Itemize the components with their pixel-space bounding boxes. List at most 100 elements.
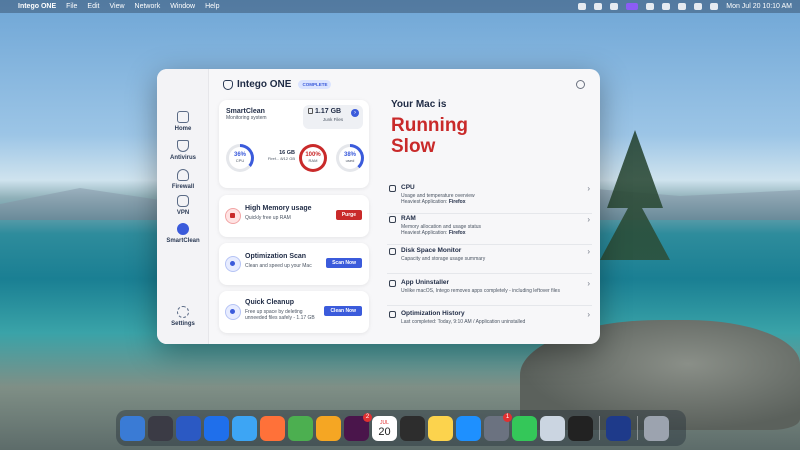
sidebar-item-vpn[interactable]: VPN (157, 195, 209, 216)
sidebar-item-settings[interactable]: Settings (157, 306, 209, 327)
sidebar-item-home[interactable]: Home (157, 111, 209, 132)
list-item-heaviest-app: Firefox (448, 230, 466, 236)
sidebar-item-firewall[interactable]: Firewall (157, 169, 209, 190)
status-vpn-icon[interactable] (646, 3, 655, 10)
numbers-icon[interactable] (512, 415, 537, 441)
vpn-icon (177, 195, 189, 207)
list-item-ram[interactable]: RAM Memory allocation and usage status H… (387, 215, 592, 245)
photo-booth-icon[interactable] (568, 415, 593, 441)
dock-separator (637, 416, 638, 440)
status-intego-icon[interactable] (626, 3, 639, 10)
firefox-icon[interactable] (260, 415, 285, 441)
app-window: Home Antivirus Firewall VPN SmartClean S… (157, 69, 600, 344)
status-wifi-icon[interactable] (678, 3, 687, 10)
menubar-clock[interactable]: Mon Jul 20 10:10 AM (726, 3, 792, 10)
notification-badge: 2 (363, 412, 372, 422)
chrome-icon[interactable] (288, 415, 313, 441)
junk-files-box[interactable]: 1.17 GB Junk Files › (303, 105, 363, 129)
list-item-subtitle: Usage and temperature overview Heaviest … (401, 193, 592, 205)
status-line-1: Running (391, 115, 469, 136)
task-subtitle: Quickly free up RAM (245, 215, 291, 221)
sidebar: Home Antivirus Firewall VPN SmartClean S… (157, 69, 209, 344)
status-control-center-icon[interactable] (710, 3, 719, 10)
sidebar-item-smartclean[interactable]: SmartClean (157, 223, 209, 244)
menu-view[interactable]: View (109, 3, 124, 10)
calendar-icon[interactable]: JUL 20 (372, 415, 397, 441)
task-title: Quick Cleanup (245, 299, 295, 306)
cpu-gauge: 36% CPU (226, 144, 254, 172)
menu-window[interactable]: Window (170, 3, 195, 10)
stop-icon (225, 208, 241, 224)
smartclean-card: SmartClean Monitoring system 1.17 GB Jun… (219, 100, 369, 188)
photos-icon[interactable] (316, 415, 341, 441)
optimization-scan-card: Optimization Scan Clean and speed up you… (219, 243, 369, 285)
intego-app-icon[interactable] (606, 415, 631, 441)
sidebar-item-antivirus[interactable]: Antivirus (157, 140, 209, 161)
ram-detail: Firef... 8/12 GB (267, 156, 295, 161)
status-network-icon[interactable] (594, 3, 603, 10)
task-subtitle: Clean and speed up your Mac (245, 263, 312, 269)
intego-dock-icon[interactable] (176, 415, 201, 441)
list-item-optimization-history[interactable]: Optimization History Last completed: Tod… (387, 310, 592, 332)
menu-bar: Intego ONE File Edit View Network Window… (0, 0, 800, 13)
gear-icon (225, 256, 241, 272)
home-icon (177, 111, 189, 123)
sparkle-icon (225, 304, 241, 320)
menu-app-name[interactable]: Intego ONE (18, 3, 56, 10)
status-headline: Running Slow (391, 115, 468, 157)
uninstall-icon (389, 280, 396, 287)
app-logo-text: Intego ONE (237, 79, 292, 90)
list-item-app-uninstaller[interactable]: App Uninstaller Unlike macOS, Intego rem… (387, 279, 592, 306)
app-store-icon[interactable] (456, 415, 481, 441)
status-search-icon[interactable] (694, 3, 703, 10)
purge-button[interactable]: Purge (335, 210, 362, 220)
trash-icon[interactable] (644, 415, 669, 441)
sidebar-item-label: Settings (171, 321, 195, 327)
arrow-right-icon[interactable]: › (351, 109, 359, 117)
chevron-right-icon: › (587, 184, 590, 193)
slack-icon[interactable]: 2 (344, 412, 372, 441)
license-badge: COMPLETE (298, 80, 332, 89)
status-line-2: Slow (391, 136, 436, 157)
reminders-icon[interactable] (400, 415, 425, 441)
menu-edit[interactable]: Edit (87, 3, 99, 10)
quick-cleanup-card: Quick Cleanup Free up space by deleting … (219, 291, 369, 333)
scan-now-button[interactable]: Scan Now (326, 258, 362, 268)
list-item-disk-space[interactable]: Disk Space Monitor Capacity and storage … (387, 247, 592, 274)
launchpad-icon[interactable] (148, 415, 173, 441)
list-item-title: App Uninstaller (401, 279, 450, 286)
disk-icon (389, 248, 396, 255)
used-label: used (345, 158, 355, 163)
menu-help[interactable]: Help (205, 3, 219, 10)
chevron-right-icon: › (587, 215, 590, 224)
list-item-desc: Last completed: Today, 9:10 AM / Applica… (401, 319, 526, 325)
junk-size: 1.17 GB (315, 108, 342, 115)
notes-icon[interactable] (428, 415, 453, 441)
sidebar-item-label: VPN (176, 210, 190, 216)
task-subtitle: Free up space by deleting unneeded files… (245, 309, 315, 321)
status-bluetooth-icon[interactable] (662, 3, 671, 10)
menu-network[interactable]: Network (135, 3, 161, 10)
safari-icon[interactable] (232, 415, 257, 441)
list-item-title: RAM (401, 215, 416, 222)
chevron-right-icon: › (587, 247, 590, 256)
clean-now-button[interactable]: Clean Now (324, 306, 362, 316)
1password-icon[interactable] (204, 415, 229, 441)
status-firewall-icon[interactable] (610, 3, 619, 10)
status-shield-icon[interactable] (578, 3, 587, 10)
system-settings-icon[interactable]: 1 (484, 412, 512, 441)
list-item-title: CPU (401, 184, 415, 191)
intego-logo-icon (223, 79, 233, 90)
menu-file[interactable]: File (66, 3, 77, 10)
list-item-subtitle: Memory allocation and usage status Heavi… (401, 224, 592, 236)
notification-badge: 1 (503, 412, 512, 422)
sidebar-item-label: Antivirus (169, 155, 196, 161)
list-item-cpu[interactable]: CPU Usage and temperature overview Heavi… (387, 184, 592, 214)
preview-icon[interactable] (540, 415, 565, 441)
task-title: High Memory usage (245, 205, 312, 212)
high-memory-card: High Memory usage Quickly free up RAM Pu… (219, 195, 369, 237)
list-item-title: Disk Space Monitor (401, 247, 462, 254)
sidebar-item-label: SmartClean (166, 238, 200, 244)
finder-icon[interactable] (120, 415, 145, 441)
ram-label: RAM (308, 158, 318, 163)
